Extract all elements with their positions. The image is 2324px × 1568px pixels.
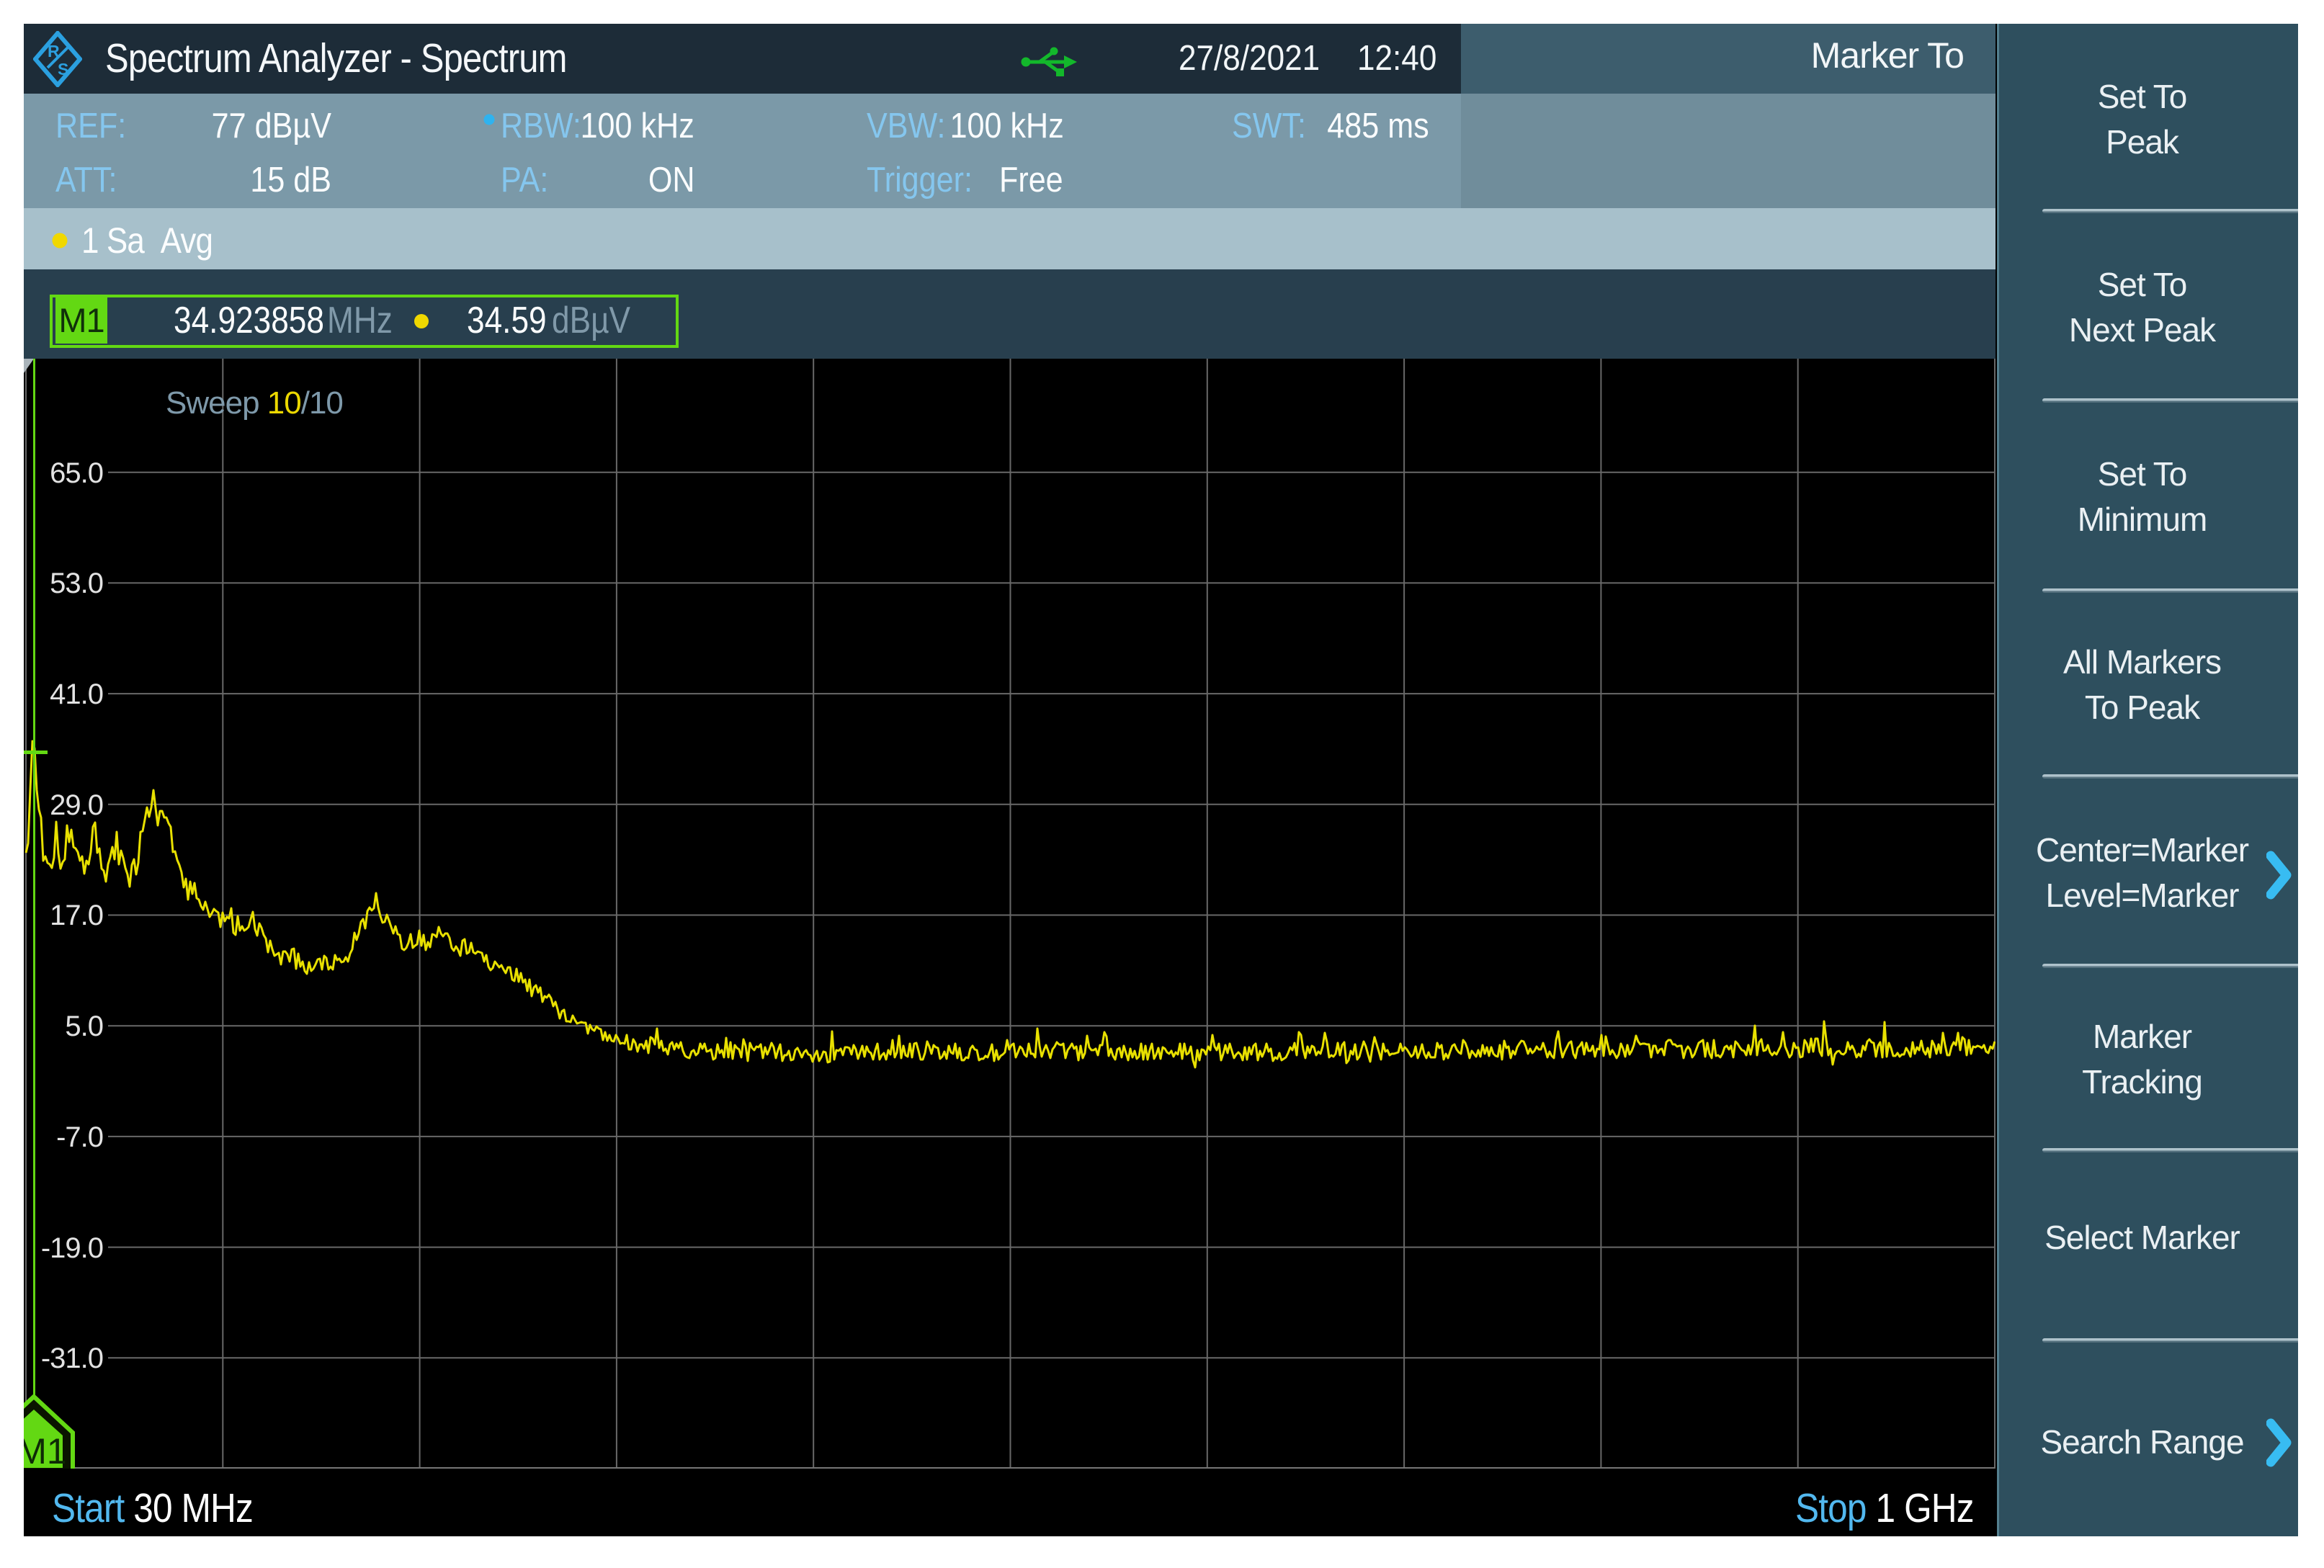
svg-text:-31.0: -31.0 — [41, 1343, 103, 1374]
svg-text:M1: M1 — [24, 1431, 67, 1471]
svg-text:29.0: 29.0 — [50, 789, 103, 821]
svg-text:53.0: 53.0 — [50, 568, 103, 599]
svg-text:-7.0: -7.0 — [56, 1121, 103, 1153]
svg-text:Sweep 10/10: Sweep 10/10 — [166, 385, 343, 421]
svg-text:65.0: 65.0 — [50, 457, 103, 489]
svg-text:S: S — [58, 60, 68, 79]
svg-text:41.0: 41.0 — [50, 678, 103, 710]
svg-text:-19.0: -19.0 — [41, 1232, 103, 1264]
svg-text:17.0: 17.0 — [50, 900, 103, 931]
svg-text:5.0: 5.0 — [65, 1011, 103, 1042]
